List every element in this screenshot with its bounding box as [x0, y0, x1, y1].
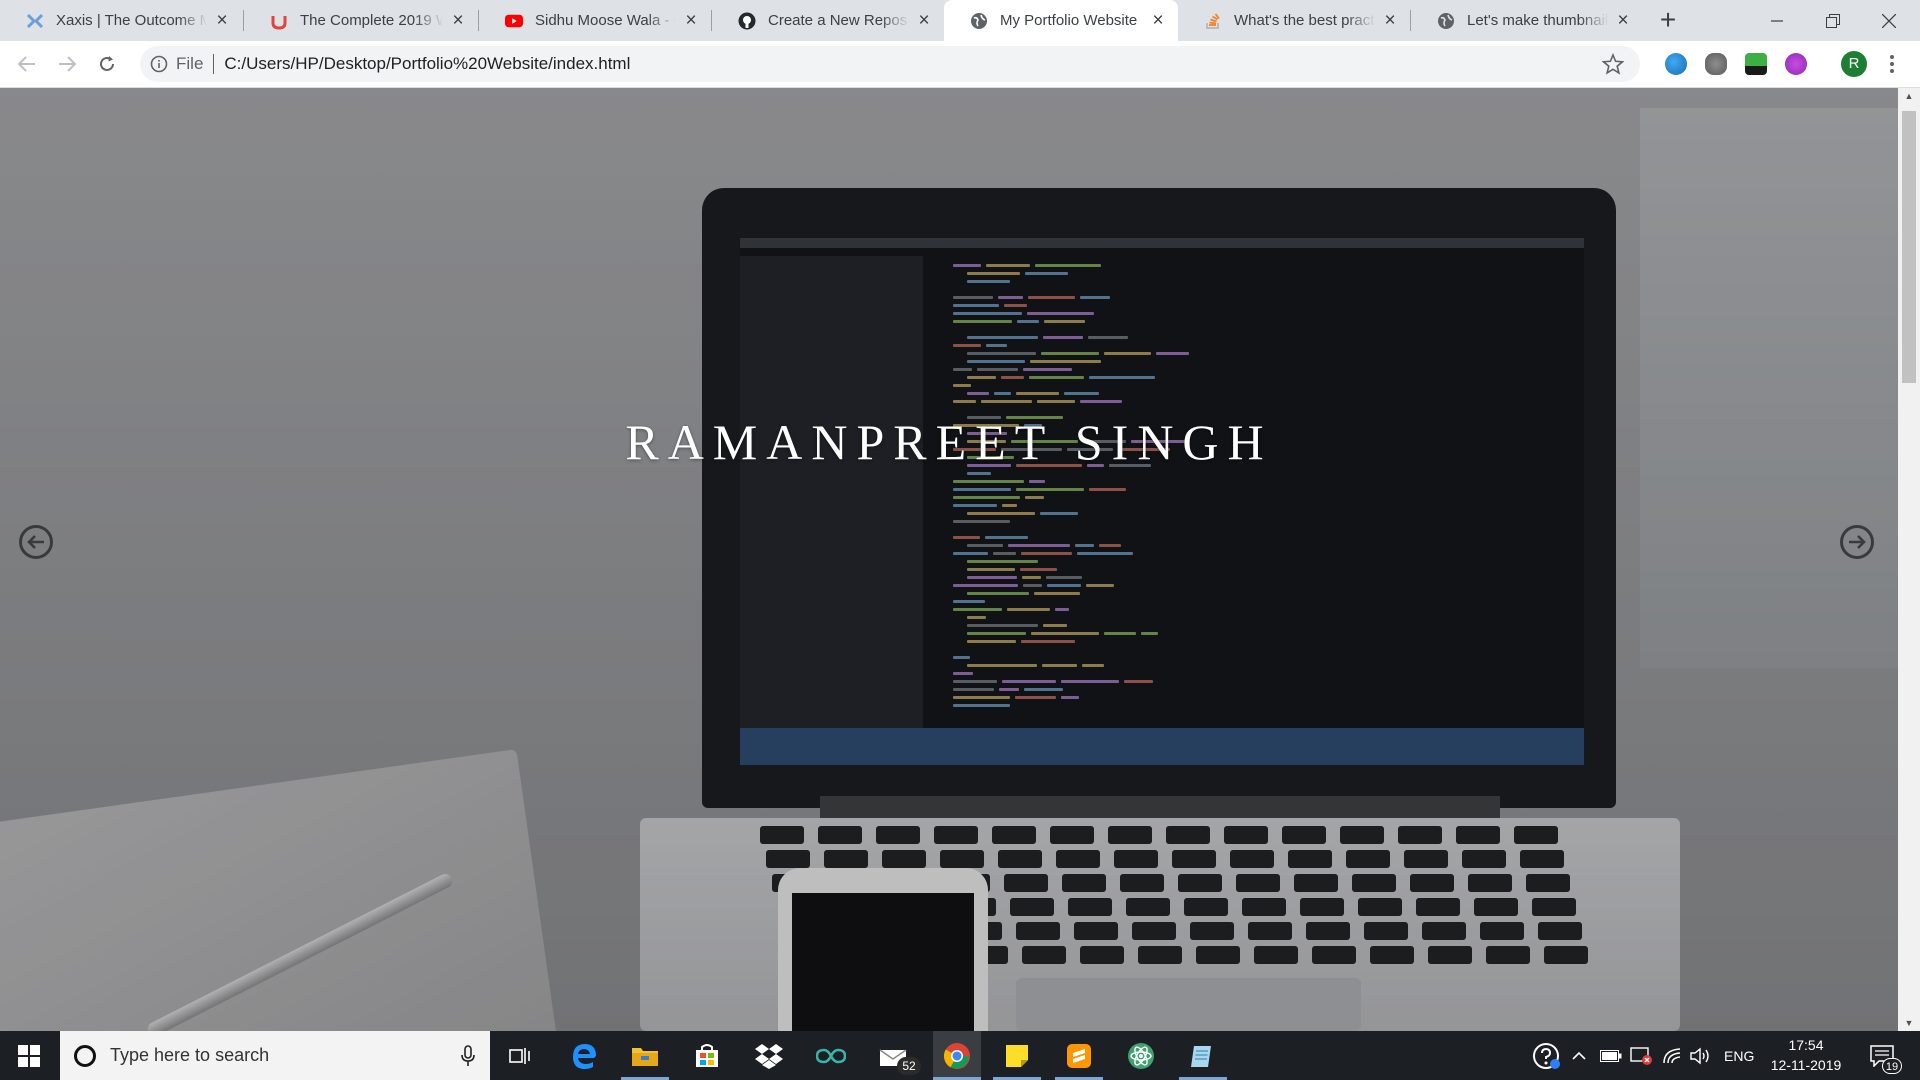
scroll-up-arrow-icon[interactable]: ▲: [1898, 88, 1920, 104]
help-icon[interactable]: [1532, 1031, 1560, 1080]
address-bar[interactable]: File C:/Users/HP/Desktop/Portfolio%20Web…: [140, 46, 1640, 82]
hero-title: RAMANPREET SINGH: [625, 414, 1273, 470]
clock-time: 17:54: [1788, 1037, 1824, 1053]
carousel-next-button[interactable]: [1840, 525, 1874, 559]
globe-icon: [1437, 12, 1455, 30]
tab-my-portfolio[interactable]: My Portfolio Website ×: [944, 0, 1178, 41]
mail-count-badge: 52: [897, 1057, 921, 1075]
arrow-left-circle-icon: [27, 535, 44, 549]
security-shield-icon[interactable]: [1630, 1031, 1652, 1080]
back-button[interactable]: [13, 50, 41, 78]
store-icon[interactable]: [690, 1039, 724, 1073]
reload-icon: [100, 56, 114, 71]
taskbar-clock[interactable]: 17:54 12-11-2019: [1764, 1035, 1848, 1075]
menu-kebab-icon[interactable]: [1886, 51, 1898, 77]
udemy-icon: [270, 12, 288, 30]
tab-stackoverflow[interactable]: What's the best practic ×: [1178, 0, 1410, 41]
tab-youtube[interactable]: Sidhu Moose Wala - Ch ×: [479, 0, 711, 41]
atom-icon[interactable]: [1124, 1039, 1158, 1073]
tab-github[interactable]: Create a New Reposito ×: [712, 0, 944, 41]
arrow-right-icon: [59, 56, 76, 72]
close-icon: [1882, 13, 1896, 28]
arrow-left-icon: [18, 56, 35, 72]
portfolio-hero: RAMANPREET SINGH: [0, 88, 1898, 1031]
forward-button[interactable]: [53, 50, 81, 78]
github-icon: [738, 12, 756, 30]
taskbar-search-box[interactable]: Type here to search: [60, 1031, 490, 1080]
profile-avatar[interactable]: R: [1841, 51, 1867, 77]
bookmark-star-icon[interactable]: [1602, 53, 1624, 75]
scroll-down-arrow-icon[interactable]: ▼: [1898, 1015, 1920, 1031]
xaxis-icon: [26, 12, 44, 30]
extension-bug-icon[interactable]: [1705, 53, 1727, 75]
tab-close-icon[interactable]: ×: [1148, 10, 1168, 31]
tray-chevron-up-icon[interactable]: [1572, 1031, 1586, 1080]
cortana-icon: [74, 1044, 96, 1067]
youtube-icon: [505, 12, 523, 30]
arduino-icon[interactable]: [814, 1039, 848, 1073]
reload-button[interactable]: [93, 50, 121, 78]
tab-thumbnails[interactable]: Let's make thumbnails ×: [1411, 0, 1643, 41]
file-explorer-icon[interactable]: [628, 1039, 662, 1073]
notification-count-badge: 19: [1882, 1058, 1902, 1074]
windows-logo-icon: [18, 1044, 40, 1067]
arrow-right-circle-icon: [1849, 535, 1866, 549]
tab-title: My Portfolio Website: [1000, 12, 1138, 29]
carousel-prev-button[interactable]: [19, 525, 53, 559]
volume-icon[interactable]: [1690, 1031, 1712, 1080]
chrome-icon[interactable]: [933, 1031, 981, 1080]
restore-icon: [1826, 13, 1840, 28]
language-indicator[interactable]: ENG: [1724, 1031, 1754, 1080]
tab-xaxis[interactable]: Xaxis | The Outcome M ×: [0, 0, 242, 41]
tab-close-icon[interactable]: ×: [681, 10, 701, 31]
tab-close-icon[interactable]: ×: [1380, 10, 1400, 31]
extension-html-icon[interactable]: [1745, 53, 1767, 75]
close-window-button[interactable]: [1866, 0, 1912, 41]
restore-button[interactable]: [1810, 0, 1856, 41]
tab-close-icon[interactable]: ×: [448, 10, 468, 31]
stackoverflow-icon: [1204, 12, 1222, 30]
minimize-icon: [1771, 19, 1783, 22]
sublime-text-icon[interactable]: [1062, 1039, 1096, 1073]
sticky-notes-icon[interactable]: [1000, 1039, 1034, 1073]
search-placeholder: Type here to search: [110, 1045, 270, 1065]
windows-taskbar: Type here to search 52 ENG 17:54 12-11-2…: [0, 1031, 1920, 1080]
wifi-icon[interactable]: [1662, 1031, 1682, 1080]
scroll-thumb[interactable]: [1902, 111, 1916, 383]
edge-icon[interactable]: [567, 1039, 601, 1073]
clock-date: 12-11-2019: [1770, 1057, 1842, 1073]
url-text[interactable]: C:/Users/HP/Desktop/Portfolio%20Website/…: [224, 54, 630, 74]
new-tab-button[interactable]: +: [1654, 6, 1682, 35]
scheme-label: File: [176, 54, 204, 73]
dropbox-icon[interactable]: [752, 1039, 786, 1073]
tab-close-icon[interactable]: ×: [1613, 10, 1633, 31]
notepad-icon[interactable]: [1186, 1039, 1220, 1073]
globe-icon: [970, 12, 988, 30]
browser-tabstrip: Xaxis | The Outcome M × The Complete 201…: [0, 0, 1920, 41]
browser-toolbar: File C:/Users/HP/Desktop/Portfolio%20Web…: [0, 41, 1920, 88]
task-view-icon[interactable]: [503, 1039, 537, 1073]
extension-color-picker-icon[interactable]: [1785, 53, 1807, 75]
minimize-button[interactable]: [1754, 0, 1800, 41]
tab-close-icon[interactable]: ×: [212, 10, 232, 31]
tab-udemy[interactable]: The Complete 2019 We ×: [244, 0, 478, 41]
extension-globe-icon[interactable]: [1665, 53, 1687, 75]
page-scrollbar[interactable]: ▲ ▼: [1898, 88, 1920, 1031]
info-icon[interactable]: [150, 55, 168, 73]
microphone-icon[interactable]: [460, 1044, 476, 1067]
battery-icon[interactable]: [1600, 1031, 1622, 1080]
tab-close-icon[interactable]: ×: [914, 10, 934, 31]
start-button[interactable]: [0, 1031, 58, 1080]
